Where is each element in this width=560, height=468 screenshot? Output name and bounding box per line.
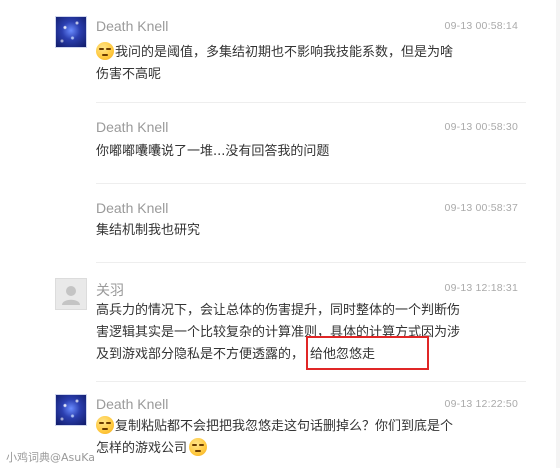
divider [96,183,526,184]
default-user-icon [62,286,80,305]
smirk-emoji-icon [189,438,208,456]
comment-text: 你嘟嘟囔囔说了一堆...没有回答我的问题 [96,141,496,163]
comment-username[interactable]: Death Knell [96,200,168,216]
comment-username[interactable]: Death Knell [96,119,168,135]
avatar[interactable] [55,16,87,48]
scrollbar-track[interactable] [556,0,560,468]
avatar[interactable] [55,394,87,426]
comment-timestamp: 09-13 00:58:30 [444,121,518,133]
sweat-smile-emoji-icon [96,416,114,434]
comment-text: 复制粘贴都不会把把我忽悠走这句话删掉么？你们到底是个 怎样的游戏公司 [96,416,496,460]
comment-timestamp: 09-13 00:58:37 [444,202,518,214]
comment-text-line: 高兵力的情况下，会让总体的伤害提升，同时整体的一个判断伤 [96,303,461,318]
comment-username[interactable]: 关羽 [96,280,124,300]
comment-username[interactable]: Death Knell [96,396,168,412]
comment-timestamp: 09-13 12:18:31 [444,282,518,294]
comment-timestamp: 09-13 12:22:50 [444,398,518,410]
comment-username[interactable]: Death Knell [96,18,168,34]
comment-text-line: 复制粘贴都不会把把我忽悠走这句话删掉么？你们到底是个 [115,419,454,434]
comment-text-line: 我问的是阈值，多集结初期也不影响我技能系数，但是为啥 [115,45,454,60]
comment-text: 我问的是阈值，多集结初期也不影响我技能系数，但是为啥 伤害不高呢 [96,42,496,86]
divider [96,381,526,382]
comment-timestamp: 09-13 00:58:14 [444,20,518,32]
comment-text-line: 及到游戏部分隐私是不方便透露的， [96,347,305,362]
sweat-smile-emoji-icon [96,42,114,60]
avatar[interactable] [55,278,87,310]
watermark: 小鸡词典@AsuKa [6,451,95,464]
comment-text-line: 伤害不高呢 [96,67,162,82]
red-highlight-box [306,336,429,370]
divider [96,262,526,263]
comment-text-line: 你嘟嘟囔囔说了一堆...没有回答我的问题 [96,144,330,159]
comment-text-line: 怎样的游戏公司 [96,441,188,456]
comment-text: 集结机制我也研究 [96,220,496,242]
divider [96,102,526,103]
comment-text-line: 集结机制我也研究 [96,223,201,238]
